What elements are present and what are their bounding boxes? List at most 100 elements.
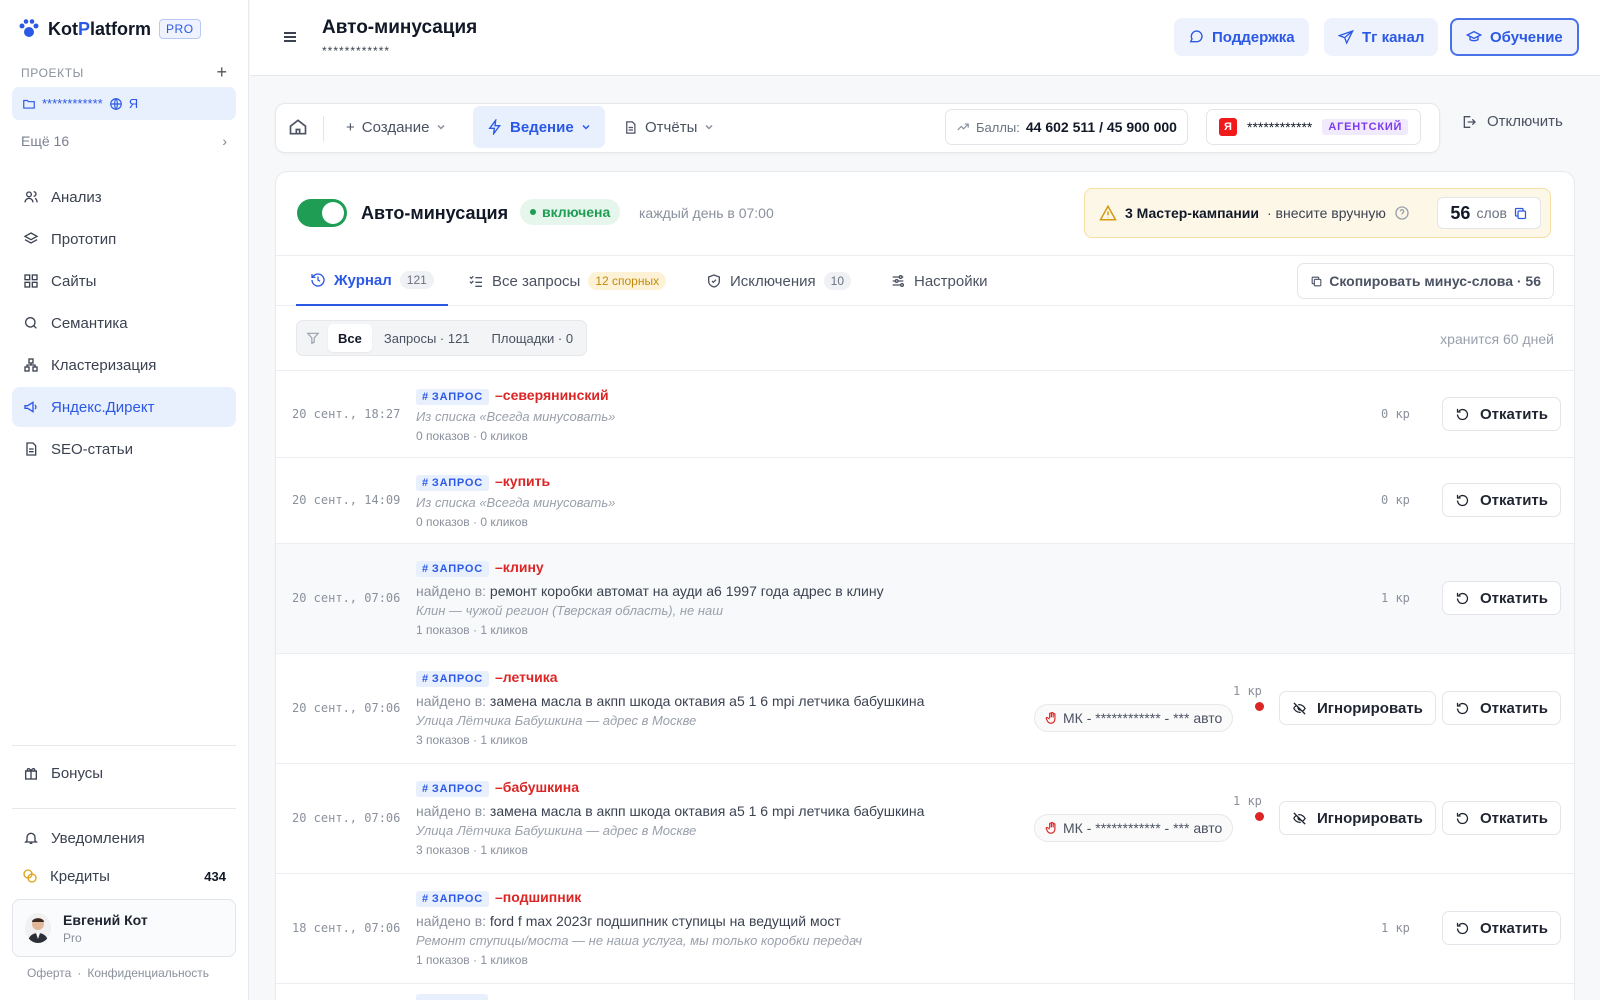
score-value: 44 602 511 / 45 900 000 (1025, 119, 1177, 135)
copy-minus-words-button[interactable]: Скопировать минус-слова · 56 (1297, 263, 1554, 299)
project-name: ************ (42, 96, 103, 111)
rollback-button[interactable]: Откатить (1442, 397, 1561, 431)
retention-note: хранится 60 дней (1440, 331, 1554, 347)
score-label: Баллы: (976, 119, 1020, 135)
project-engine: Я (128, 96, 139, 111)
row-found: найдено в: замена масла в акпп шкода окт… (416, 803, 925, 819)
undo-icon (1455, 811, 1470, 826)
sidebar-item-prototype[interactable]: Прототип (12, 219, 236, 259)
warning-icon (1099, 204, 1117, 222)
account-badge[interactable]: Я ************ АГЕНТСКИЙ (1206, 109, 1422, 145)
list-check-icon (468, 273, 484, 289)
minus-keyword: –бабушкина (495, 779, 580, 795)
tab-journal[interactable]: Журнал 121 (296, 256, 448, 306)
layers-icon (23, 231, 39, 247)
rollback-button[interactable]: Откатить (1442, 581, 1561, 615)
avatar (25, 913, 51, 943)
sidebar-item-notifications[interactable]: Уведомления (12, 820, 236, 856)
disconnect-button[interactable]: Отключить (1461, 113, 1563, 130)
menu-manage[interactable]: Ведение (473, 106, 605, 148)
send-icon (1338, 29, 1354, 45)
row-stats: 1 показов · 1 кликов (416, 953, 528, 967)
row-date: 20 сент., 07:06 (292, 701, 401, 715)
hamburger-icon[interactable] (282, 30, 298, 44)
sidebar-item-clustering[interactable]: Кластеризация (12, 345, 236, 385)
undo-icon (1455, 493, 1470, 508)
table-row: 20 сент., 14:09 # ЗАПРОС –купить Из списка… (276, 458, 1574, 544)
tab-settings[interactable]: Настройки (876, 256, 1002, 306)
privacy-link[interactable]: Конфиденциальность (87, 966, 209, 980)
nav-label: Сайты (51, 272, 97, 290)
support-button[interactable]: Поддержка (1174, 18, 1309, 56)
sidebar-item-semantics[interactable]: Семантика (12, 303, 236, 343)
table-row: 20 сент., 18:27 # ЗАПРОС –северянинский Из… (276, 372, 1574, 458)
toolbar-divider (323, 116, 324, 142)
enable-toggle[interactable] (297, 199, 347, 227)
row-content: # ЗАПРОС –бабушкина найдено в: замена масл… (416, 779, 924, 857)
sidebar-item-sites[interactable]: Сайты (12, 261, 236, 301)
filter-queries[interactable]: Запросы · 121 (374, 324, 480, 352)
sidebar-item-analysis[interactable]: Анализ (12, 177, 236, 217)
project-item[interactable]: ************ Я (12, 87, 236, 120)
coins-icon (22, 868, 38, 884)
query-tag (416, 994, 488, 1000)
rollback-button[interactable]: Откатить (1442, 911, 1561, 945)
add-project-icon[interactable]: + (216, 62, 227, 83)
sidebar-item-seo[interactable]: SEO-статьи (12, 429, 236, 469)
query-tag: # ЗАПРОС (416, 671, 490, 687)
menu-reports[interactable]: Отчёты (609, 106, 728, 148)
row-stats: 3 показов · 1 кликов (416, 733, 528, 747)
logo[interactable]: KotPlatform PRO (18, 16, 201, 42)
minus-keyword: –клину (495, 559, 544, 575)
alert-dot (1255, 702, 1264, 711)
sidebar-item-yandex-direct[interactable]: Яндекс.Директ (12, 387, 236, 427)
more-projects[interactable]: Ещё 16 › (21, 133, 227, 149)
menu-create[interactable]: + Создание (332, 106, 460, 148)
filter-icon (300, 331, 326, 345)
row-content (416, 994, 488, 1000)
tab-count: 121 (399, 271, 434, 289)
filter-all[interactable]: Все (328, 324, 372, 352)
row-note: Улица Лётчика Бабушкина — адрес в Москве (416, 823, 697, 838)
ignore-button[interactable]: Игнорировать (1279, 691, 1436, 725)
globe-icon (109, 97, 123, 111)
tab-all-queries[interactable]: Все запросы 12 спорных (454, 256, 680, 306)
row-note: Улица Лётчика Бабушкина — адрес в Москве (416, 713, 697, 728)
status-badge: включена (520, 199, 621, 225)
tab-exclusions[interactable]: Исключения 10 (692, 256, 865, 306)
filter-row: Все Запросы · 121 Площадки · 0 хранится … (276, 306, 1574, 371)
warning-text: · внесите вручную (1267, 205, 1386, 221)
sidebar-notifications: Уведомления (12, 820, 236, 858)
rollback-button[interactable]: Откатить (1442, 691, 1561, 725)
home-icon[interactable] (288, 117, 308, 137)
manage-label: Ведение (510, 118, 574, 136)
sidebar-item-bonuses[interactable]: Бонусы (12, 753, 236, 793)
cluster-icon (23, 357, 39, 373)
disconnect-label: Отключить (1487, 113, 1563, 130)
learning-button[interactable]: Обучение (1450, 18, 1579, 56)
help-icon[interactable] (1394, 205, 1410, 221)
words-count-box[interactable]: 56 слов (1437, 197, 1541, 229)
sidebar-credits[interactable]: Кредиты 434 (12, 858, 236, 894)
filter-sites[interactable]: Площадки · 0 (482, 324, 584, 352)
tab-count: 10 (823, 272, 851, 290)
status-dot (530, 209, 536, 215)
row-note: Ремонт ступицы/моста — не наша услуга, м… (416, 933, 863, 948)
offer-link[interactable]: Оферта (27, 966, 71, 980)
row-found: найдено в: ремонт коробки автомат на ауд… (416, 583, 884, 599)
user-plan: Pro (63, 930, 82, 945)
tg-channel-button[interactable]: Тг канал (1324, 18, 1439, 56)
rollback-button[interactable]: Откатить (1442, 801, 1561, 835)
row-content: # ЗАПРОС –летчика найдено в: замена масла … (416, 669, 924, 747)
folder-icon (22, 97, 36, 111)
undo-icon (1455, 921, 1470, 936)
chevron-down-icon (704, 122, 714, 132)
chevron-down-icon (436, 122, 446, 132)
ignore-button[interactable]: Игнорировать (1279, 801, 1436, 835)
account-type-badge: АГЕНТСКИЙ (1322, 119, 1409, 135)
card-title: Авто-минусация (361, 203, 509, 223)
user-card[interactable]: Евгений Кот Pro (12, 899, 236, 957)
rollback-button[interactable]: Откатить (1442, 483, 1561, 517)
table-row: 20 сент., 07:06 # ЗАПРОС –бабушкина найден… (276, 764, 1574, 874)
hash-icon: # (422, 477, 429, 489)
